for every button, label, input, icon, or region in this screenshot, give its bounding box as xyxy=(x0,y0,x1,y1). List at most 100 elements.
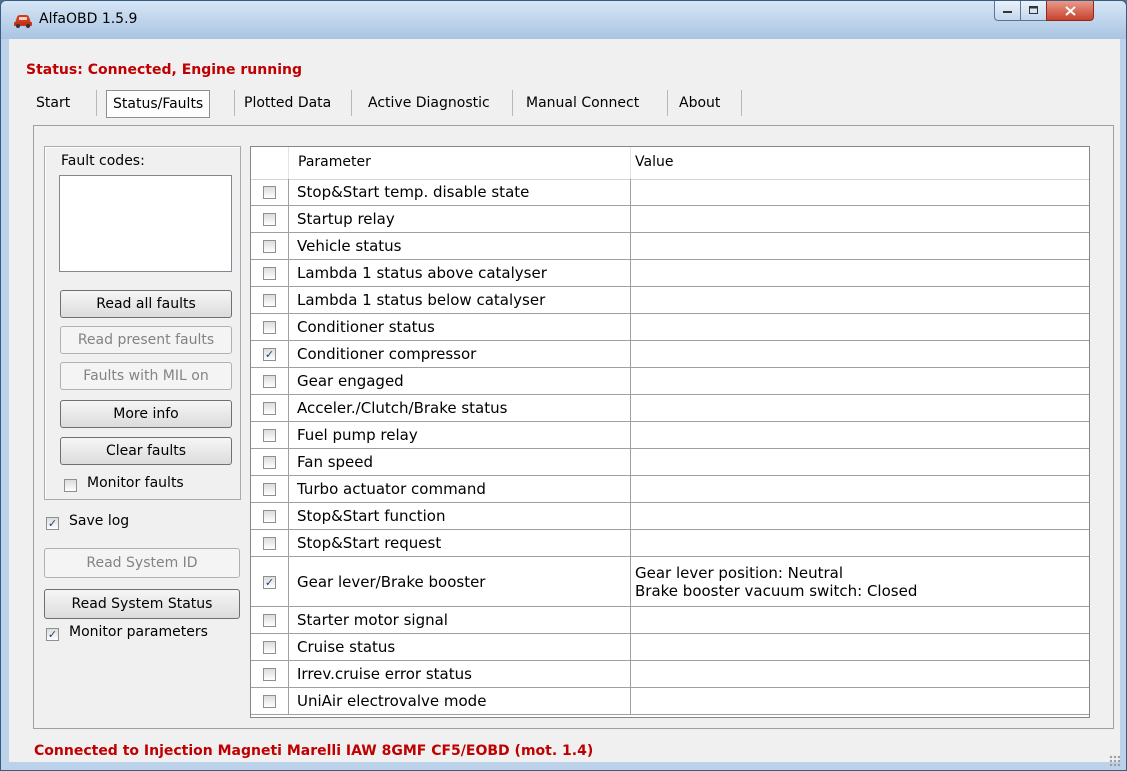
value-cell xyxy=(631,503,1089,529)
maximize-icon xyxy=(1028,6,1038,14)
row-checkbox-cell xyxy=(251,634,289,660)
row-checkbox[interactable] xyxy=(263,240,276,253)
table-row[interactable]: Starter motor signal xyxy=(251,607,1089,634)
row-checkbox-cell xyxy=(251,449,289,475)
table-row[interactable]: Stop&Start temp. disable state xyxy=(251,179,1089,206)
tab-separator xyxy=(234,90,235,116)
parameter-grid: Parameter Value Stop&Start temp. disable… xyxy=(250,146,1090,718)
tab-manual-connect[interactable]: Manual Connect xyxy=(526,88,639,118)
row-checkbox[interactable] xyxy=(263,186,276,199)
parameter-cell: Acceler./Clutch/Brake status xyxy=(289,395,631,421)
table-row[interactable]: Gear engaged xyxy=(251,368,1089,395)
window-title: AlfaOBD 1.5.9 xyxy=(39,11,138,27)
faults-with-mil-button[interactable]: Faults with MIL on xyxy=(60,362,232,390)
row-checkbox-cell xyxy=(251,503,289,529)
row-checkbox[interactable] xyxy=(263,429,276,442)
read-all-faults-button[interactable]: Read all faults xyxy=(60,290,232,318)
table-row[interactable]: Stop&Start request xyxy=(251,530,1089,557)
table-row[interactable]: Fan speed xyxy=(251,449,1089,476)
table-row[interactable]: Acceler./Clutch/Brake status xyxy=(251,395,1089,422)
table-row[interactable]: UniAir electrovalve mode xyxy=(251,688,1089,715)
value-cell xyxy=(631,179,1089,205)
tab-separator xyxy=(351,90,352,116)
row-checkbox-cell xyxy=(251,607,289,633)
row-checkbox[interactable] xyxy=(263,576,276,589)
parameter-cell: Startup relay xyxy=(289,206,631,232)
header-value[interactable]: Value xyxy=(631,147,1089,179)
value-cell xyxy=(631,233,1089,259)
table-row[interactable]: Stop&Start function xyxy=(251,503,1089,530)
tab-about[interactable]: About xyxy=(679,88,720,118)
monitor-faults-checkbox[interactable] xyxy=(64,479,77,492)
row-checkbox[interactable] xyxy=(263,641,276,654)
table-row[interactable]: Conditioner compressor xyxy=(251,341,1089,368)
row-checkbox-cell xyxy=(251,179,289,205)
table-row[interactable]: Cruise status xyxy=(251,634,1089,661)
car-icon xyxy=(14,15,32,28)
minimize-button[interactable] xyxy=(994,1,1021,21)
more-info-button[interactable]: More info xyxy=(60,400,232,428)
row-checkbox[interactable] xyxy=(263,614,276,627)
read-system-status-button[interactable]: Read System Status xyxy=(44,589,240,619)
value-cell xyxy=(631,260,1089,286)
close-button[interactable] xyxy=(1046,1,1094,21)
value-cell xyxy=(631,449,1089,475)
row-checkbox-cell xyxy=(251,206,289,232)
header-parameter[interactable]: Parameter xyxy=(289,147,631,179)
save-log-checkbox[interactable] xyxy=(46,517,59,530)
row-checkbox-cell xyxy=(251,557,289,606)
monitor-faults-label: Monitor faults xyxy=(87,475,184,491)
table-row[interactable]: Vehicle status xyxy=(251,233,1089,260)
table-row[interactable]: Turbo actuator command xyxy=(251,476,1089,503)
row-checkbox[interactable] xyxy=(263,402,276,415)
resize-grip-icon[interactable] xyxy=(1109,755,1121,767)
table-row[interactable]: Lambda 1 status above catalyser xyxy=(251,260,1089,287)
row-checkbox[interactable] xyxy=(263,267,276,280)
monitor-parameters-checkbox[interactable] xyxy=(46,628,59,641)
value-cell xyxy=(631,368,1089,394)
tab-separator xyxy=(512,90,513,116)
tab-plotted-data[interactable]: Plotted Data xyxy=(244,88,331,118)
row-checkbox[interactable] xyxy=(263,294,276,307)
table-row[interactable]: Fuel pump relay xyxy=(251,422,1089,449)
parameter-cell: Stop&Start temp. disable state xyxy=(289,179,631,205)
table-row[interactable]: Startup relay xyxy=(251,206,1089,233)
table-row[interactable]: Irrev.cruise error status xyxy=(251,661,1089,688)
row-checkbox-cell xyxy=(251,476,289,502)
value-cell xyxy=(631,206,1089,232)
tab-active-diagnostic[interactable]: Active Diagnostic xyxy=(368,88,490,118)
row-checkbox[interactable] xyxy=(263,537,276,550)
row-checkbox-cell xyxy=(251,530,289,556)
table-row[interactable]: Conditioner status xyxy=(251,314,1089,341)
fault-codes-list[interactable] xyxy=(59,175,232,272)
table-row[interactable]: Lambda 1 status below catalyser xyxy=(251,287,1089,314)
row-checkbox-cell xyxy=(251,233,289,259)
value-cell xyxy=(631,530,1089,556)
tab-start[interactable]: Start xyxy=(36,88,70,118)
read-present-faults-button[interactable]: Read present faults xyxy=(60,326,232,354)
row-checkbox-cell xyxy=(251,661,289,687)
row-checkbox[interactable] xyxy=(263,668,276,681)
parameter-cell: Gear lever/Brake booster xyxy=(289,557,631,606)
tab-status-faults[interactable]: Status/Faults xyxy=(106,90,211,118)
row-checkbox[interactable] xyxy=(263,213,276,226)
clear-faults-button[interactable]: Clear faults xyxy=(60,437,232,465)
row-checkbox[interactable] xyxy=(263,348,276,361)
parameter-cell: Irrev.cruise error status xyxy=(289,661,631,687)
value-cell xyxy=(631,634,1089,660)
maximize-button[interactable] xyxy=(1020,1,1047,21)
connection-status: Status: Connected, Engine running xyxy=(26,62,302,78)
title-bar[interactable]: AlfaOBD 1.5.9 xyxy=(1,1,1126,39)
read-system-id-button[interactable]: Read System ID xyxy=(44,548,240,578)
parameter-cell: Turbo actuator command xyxy=(289,476,631,502)
row-checkbox-cell xyxy=(251,395,289,421)
row-checkbox-cell xyxy=(251,314,289,340)
row-checkbox[interactable] xyxy=(263,695,276,708)
row-checkbox[interactable] xyxy=(263,510,276,523)
row-checkbox[interactable] xyxy=(263,483,276,496)
row-checkbox[interactable] xyxy=(263,456,276,469)
row-checkbox[interactable] xyxy=(263,375,276,388)
table-row[interactable]: Gear lever/Brake boosterGear lever posit… xyxy=(251,557,1089,607)
parameter-cell: UniAir electrovalve mode xyxy=(289,688,631,714)
row-checkbox[interactable] xyxy=(263,321,276,334)
